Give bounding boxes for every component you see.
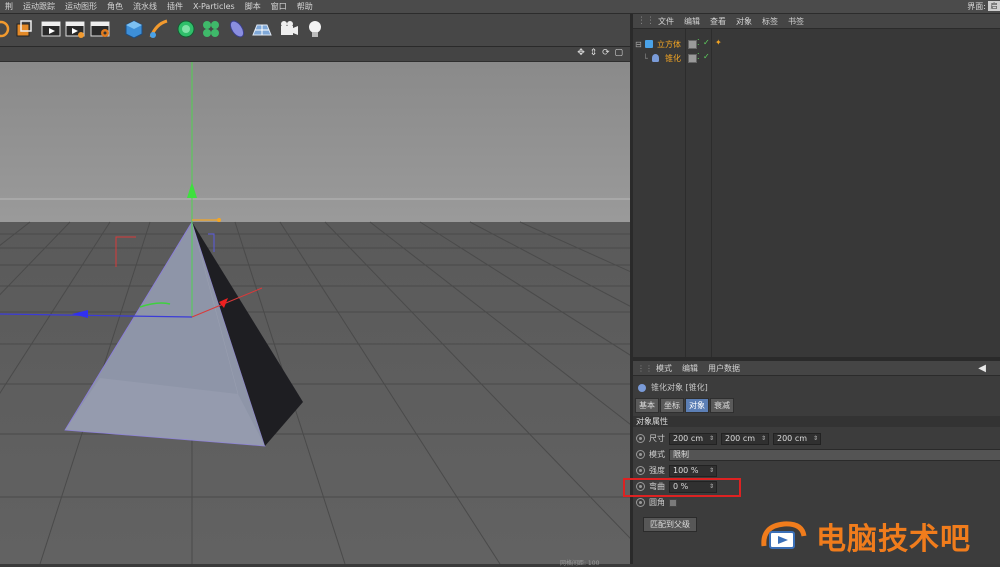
- viewport-status-text: 网格间距: 100: [560, 560, 600, 567]
- menu-item-plugins[interactable]: 插件: [162, 1, 188, 12]
- prop-row-fillet: 圆角: [636, 496, 677, 509]
- prop-row-strength: 强度 100 % ⇕: [636, 464, 721, 477]
- menu-item-tracker-partial[interactable]: 荆: [0, 1, 18, 12]
- om-column-separator: [711, 29, 712, 357]
- om-menu-tags[interactable]: 标签: [757, 16, 783, 27]
- menu-item-script[interactable]: 脚本: [240, 1, 266, 12]
- strength-field[interactable]: 100 % ⇕: [669, 464, 717, 477]
- floor-environment-icon[interactable]: [251, 18, 273, 40]
- visibility-dots-icon[interactable]: ⁚: [697, 38, 700, 47]
- layer-toggle-icon[interactable]: [688, 40, 697, 49]
- enabled-check-icon[interactable]: ✓: [703, 52, 710, 61]
- menu-item-motion-tracking[interactable]: 运动跟踪: [18, 1, 60, 12]
- menu-item-pipeline[interactable]: 流水线: [128, 1, 162, 12]
- pen-spline-icon[interactable]: [148, 18, 170, 40]
- size-z-field[interactable]: 200 cm ⇕: [773, 432, 821, 445]
- enabled-check-icon[interactable]: ✓: [703, 38, 710, 47]
- main-toolbar: [0, 14, 630, 47]
- menu-item-xparticles[interactable]: X-Particles: [188, 2, 240, 11]
- prop-row-mode: 模式 限制: [636, 448, 1000, 461]
- attribute-manager-menu: ⋮⋮ 模式 编辑 用户数据 ◀: [633, 361, 1000, 376]
- menu-item-help[interactable]: 帮助: [292, 1, 318, 12]
- object-name-cube[interactable]: 立方体: [657, 39, 681, 50]
- menu-item-character[interactable]: 角色: [102, 1, 128, 12]
- size-y-field[interactable]: 200 cm ⇕: [721, 432, 769, 445]
- prop-label-fillet: 圆角: [649, 498, 665, 507]
- tab-coord[interactable]: 坐标: [660, 398, 684, 413]
- animate-radio-icon[interactable]: [636, 450, 645, 459]
- tab-falloff[interactable]: 衰减: [710, 398, 734, 413]
- viewport-header: ✥ ⇕ ⟳ ▢: [0, 47, 630, 62]
- am-menu-user-data[interactable]: 用户数据: [703, 363, 745, 374]
- cube-object-icon: [645, 40, 653, 48]
- size-x-field[interactable]: 200 cm ⇕: [669, 432, 717, 445]
- match-to-parent-button[interactable]: 匹配到父级: [643, 517, 697, 532]
- animate-radio-icon[interactable]: [636, 434, 645, 443]
- light-icon[interactable]: [304, 18, 326, 40]
- cloner-icon[interactable]: [200, 18, 222, 40]
- prop-row-size: 尺寸 200 cm ⇕ 200 cm ⇕ 200 cm ⇕: [636, 432, 825, 445]
- cube-primitive-icon[interactable]: [123, 18, 145, 40]
- om-menu-bookmarks[interactable]: 书签: [783, 16, 809, 27]
- am-menu-mode[interactable]: 模式: [651, 363, 677, 374]
- coordinate-system-icon[interactable]: [13, 18, 35, 40]
- attribute-tabs: 基本 坐标 对象 衰减: [635, 398, 735, 413]
- taper-deformer-icon: [652, 54, 659, 62]
- animate-radio-icon[interactable]: [636, 498, 645, 507]
- om-menu-view[interactable]: 查看: [705, 16, 731, 27]
- render-view-icon[interactable]: [40, 18, 62, 40]
- camera-icon[interactable]: [278, 18, 300, 40]
- viewport-navigation-icons[interactable]: ✥ ⇕ ⟳ ▢: [577, 48, 624, 58]
- viewport-canvas[interactable]: [0, 62, 630, 564]
- fillet-checkbox[interactable]: [669, 498, 677, 507]
- layer-toggle-icon[interactable]: [688, 54, 697, 63]
- deformer-bend-icon[interactable]: [226, 18, 248, 40]
- object-row-taper[interactable]: └ 锥化 ⁚ ✓: [633, 52, 1000, 65]
- viewport-sky: [0, 62, 630, 222]
- panel-grip-icon[interactable]: ⋮⋮: [637, 364, 653, 373]
- object-row-cube[interactable]: ⊟ 立方体 ⁚ ✓ ✦: [633, 38, 1000, 51]
- object-manager: ⋮⋮ 文件 编辑 查看 对象 标签 书签 ⊟ 立方体 ⁚ ✓ ✦ └ 锥化 ⁚ …: [633, 14, 1000, 357]
- layout-label: 界面:: [967, 2, 986, 11]
- menu-item-window[interactable]: 窗口: [266, 1, 292, 12]
- layout-selector[interactable]: 启: [988, 1, 1000, 11]
- render-to-picture-viewer-icon[interactable]: [64, 18, 86, 40]
- 3d-viewport[interactable]: [0, 62, 630, 564]
- tab-basic[interactable]: 基本: [635, 398, 659, 413]
- panel-grip-icon[interactable]: ⋮⋮: [637, 16, 655, 26]
- visibility-dots-icon[interactable]: ⁚: [697, 52, 700, 61]
- om-column-separator: [685, 29, 686, 357]
- prop-label-size: 尺寸: [649, 434, 665, 443]
- prop-label-strength: 强度: [649, 466, 665, 475]
- object-name-taper[interactable]: 锥化: [665, 53, 681, 64]
- om-menu-file[interactable]: 文件: [653, 16, 679, 27]
- om-menu-edit[interactable]: 编辑: [679, 16, 705, 27]
- watermark-logo-icon: [761, 521, 807, 549]
- prop-label-mode: 模式: [649, 450, 665, 459]
- om-menu-object[interactable]: 对象: [731, 16, 757, 27]
- attribute-title: 锥化对象 [锥化]: [638, 382, 708, 393]
- subdivision-surface-icon[interactable]: [175, 18, 197, 40]
- collapse-toggle-icon[interactable]: ⊟: [635, 40, 642, 49]
- watermark-text: 电脑技术吧: [816, 522, 971, 557]
- render-settings-icon[interactable]: [89, 18, 111, 40]
- deformer-tag-icon[interactable]: ✦: [715, 38, 722, 47]
- curvature-highlight-box: [623, 478, 741, 497]
- object-manager-menu: ⋮⋮ 文件 编辑 查看 对象 标签 书签: [633, 14, 1000, 29]
- rotate-tool-icon[interactable]: [0, 18, 12, 40]
- am-menu-edit[interactable]: 编辑: [677, 363, 703, 374]
- animate-radio-icon[interactable]: [636, 466, 645, 475]
- main-menu-bar: 荆 运动跟踪 运动图形 角色 流水线 插件 X-Particles 脚本 窗口 …: [0, 0, 1000, 14]
- section-object-properties: 对象属性: [633, 416, 1000, 427]
- tab-object[interactable]: 对象: [685, 398, 709, 413]
- attribute-title-text: 锥化对象 [锥化]: [651, 383, 708, 392]
- back-arrow-icon[interactable]: ◀: [978, 363, 986, 374]
- tree-branch-line-icon: └: [643, 54, 648, 63]
- taper-deformer-icon: [638, 383, 646, 392]
- menu-item-mograph[interactable]: 运动图形: [60, 1, 102, 12]
- mode-dropdown[interactable]: 限制: [669, 448, 1000, 461]
- watermark: 电脑技术吧: [760, 516, 1000, 557]
